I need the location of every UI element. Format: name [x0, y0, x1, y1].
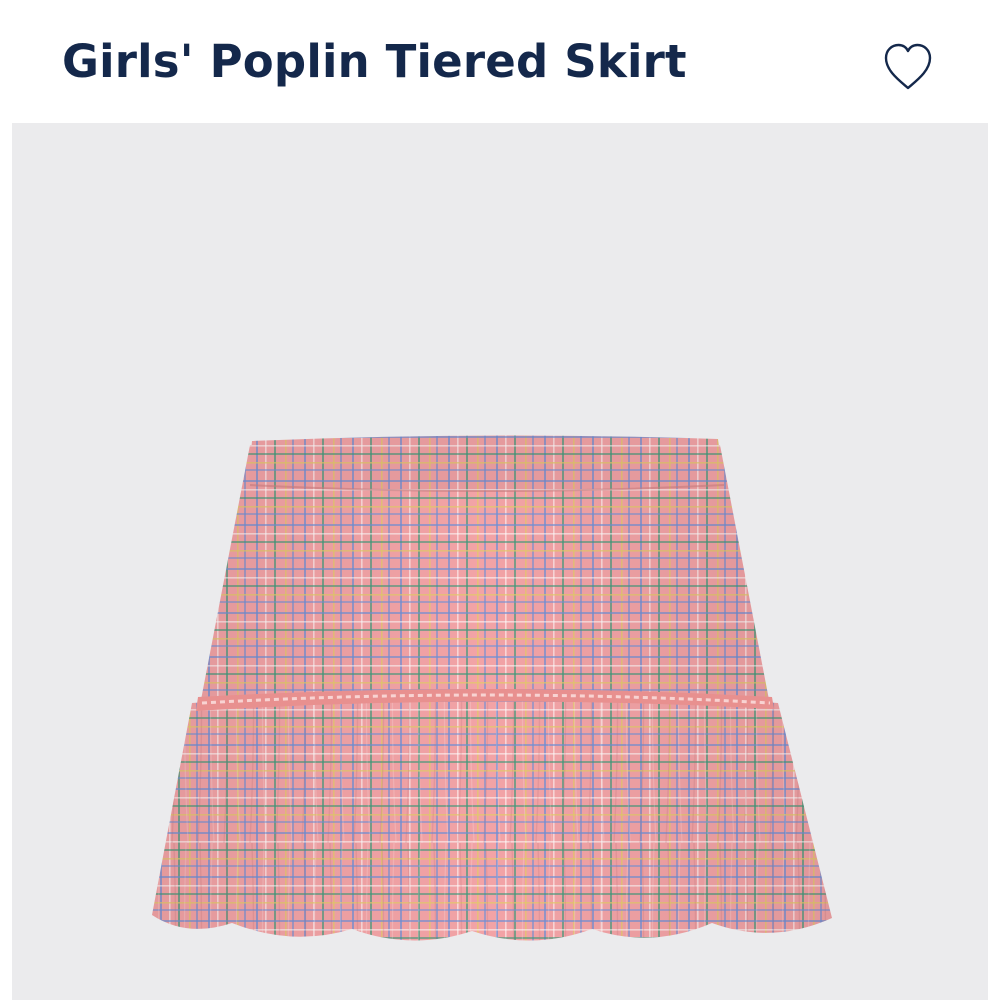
product-image-area[interactable] [12, 123, 988, 1000]
wishlist-button[interactable] [878, 38, 938, 94]
product-header: Girls' Poplin Tiered Skirt [0, 0, 1000, 122]
skirt-illustration [152, 435, 832, 941]
product-image [152, 435, 832, 941]
heart-outline-icon [884, 43, 932, 90]
product-title: Girls' Poplin Tiered Skirt [62, 35, 687, 88]
